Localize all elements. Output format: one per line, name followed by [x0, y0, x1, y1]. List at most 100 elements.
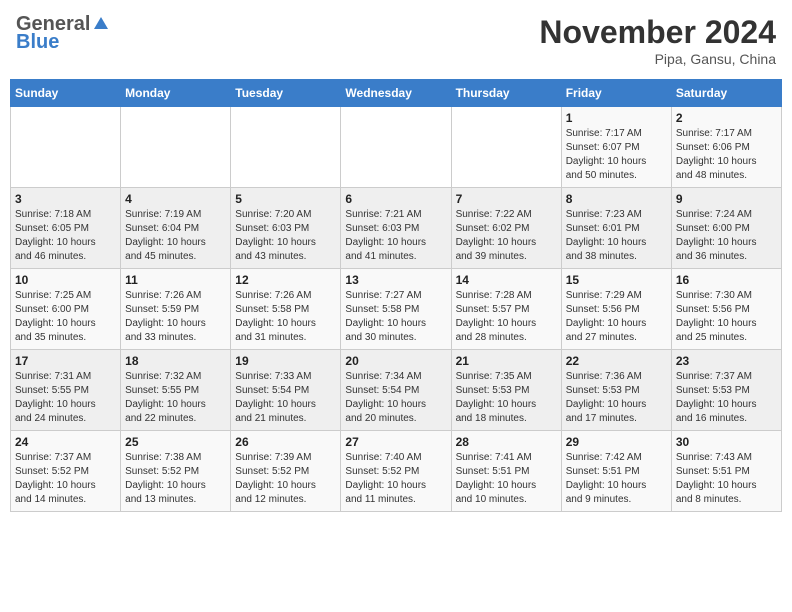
calendar-cell: 2 Sunrise: 7:17 AM Sunset: 6:06 PM Daylig… — [671, 107, 781, 188]
logo-blue-text: Blue — [16, 32, 59, 52]
day-info: Sunrise: 7:32 AM Sunset: 5:55 PM Dayligh… — [125, 370, 226, 426]
day-info: Sunrise: 7:37 AM Sunset: 5:53 PM Dayligh… — [676, 370, 777, 426]
calendar-cell: 14Sunrise: 7:28 AM Sunset: 5:57 PM Dayli… — [451, 269, 561, 350]
day-info: Sunrise: 7:42 AM Sunset: 5:51 PM Dayligh… — [566, 451, 667, 507]
day-info: Sunrise: 7:41 AM Sunset: 5:51 PM Dayligh… — [456, 451, 557, 507]
day-info: Sunrise: 7:17 AM Sunset: 6:07 PM Dayligh… — [566, 127, 667, 183]
day-info: Sunrise: 7:21 AM Sunset: 6:03 PM Dayligh… — [345, 208, 446, 264]
weekday-header: Wednesday — [341, 80, 451, 107]
day-number: 29 — [566, 435, 667, 449]
calendar-cell: 8 Sunrise: 7:23 AM Sunset: 6:01 PM Daylig… — [561, 188, 671, 269]
weekday-header: Saturday — [671, 80, 781, 107]
day-info: Sunrise: 7:35 AM Sunset: 5:53 PM Dayligh… — [456, 370, 557, 426]
calendar-cell: 25 Sunrise: 7:38 AM Sunset: 5:52 PM Dayli… — [121, 431, 231, 512]
day-number: 17 — [15, 354, 116, 368]
calendar-cell — [231, 107, 341, 188]
location-text: Pipa, Gansu, China — [539, 51, 776, 67]
day-number: 26 — [235, 435, 336, 449]
calendar-cell: 24 Sunrise: 7:37 AM Sunset: 5:52 PM Dayli… — [11, 431, 121, 512]
day-number: 8 — [566, 192, 667, 206]
calendar-cell — [121, 107, 231, 188]
calendar-cell: 19 Sunrise: 7:33 AM Sunset: 5:54 PM Dayli… — [231, 350, 341, 431]
day-info: Sunrise: 7:20 AM Sunset: 6:03 PM Dayligh… — [235, 208, 336, 264]
calendar-cell — [11, 107, 121, 188]
calendar-cell: 17 Sunrise: 7:31 AM Sunset: 5:55 PM Dayli… — [11, 350, 121, 431]
day-number: 19 — [235, 354, 336, 368]
day-number: 5 — [235, 192, 336, 206]
calendar-cell: 6 Sunrise: 7:21 AM Sunset: 6:03 PM Daylig… — [341, 188, 451, 269]
calendar-cell: 13Sunrise: 7:27 AM Sunset: 5:58 PM Dayli… — [341, 269, 451, 350]
calendar-cell: 20Sunrise: 7:34 AM Sunset: 5:54 PM Dayli… — [341, 350, 451, 431]
day-number: 6 — [345, 192, 446, 206]
calendar-cell — [451, 107, 561, 188]
calendar-cell: 26 Sunrise: 7:39 AM Sunset: 5:52 PM Dayli… — [231, 431, 341, 512]
weekday-header: Thursday — [451, 80, 561, 107]
day-number: 24 — [15, 435, 116, 449]
month-title: November 2024 — [539, 14, 776, 51]
weekday-header: Sunday — [11, 80, 121, 107]
day-number: 3 — [15, 192, 116, 206]
day-info: Sunrise: 7:43 AM Sunset: 5:51 PM Dayligh… — [676, 451, 777, 507]
calendar-cell: 4 Sunrise: 7:19 AM Sunset: 6:04 PM Daylig… — [121, 188, 231, 269]
day-info: Sunrise: 7:31 AM Sunset: 5:55 PM Dayligh… — [15, 370, 116, 426]
day-number: 23 — [676, 354, 777, 368]
calendar-cell: 30Sunrise: 7:43 AM Sunset: 5:51 PM Dayli… — [671, 431, 781, 512]
logo-icon — [92, 15, 110, 33]
logo: General Blue — [16, 14, 110, 52]
page-header: General Blue November 2024 Pipa, Gansu, … — [10, 10, 782, 71]
day-number: 4 — [125, 192, 226, 206]
calendar-cell: 3 Sunrise: 7:18 AM Sunset: 6:05 PM Daylig… — [11, 188, 121, 269]
day-number: 22 — [566, 354, 667, 368]
weekday-header: Tuesday — [231, 80, 341, 107]
day-number: 27 — [345, 435, 446, 449]
day-number: 20 — [345, 354, 446, 368]
day-info: Sunrise: 7:23 AM Sunset: 6:01 PM Dayligh… — [566, 208, 667, 264]
calendar-cell: 15 Sunrise: 7:29 AM Sunset: 5:56 PM Dayli… — [561, 269, 671, 350]
day-number: 15 — [566, 273, 667, 287]
day-info: Sunrise: 7:33 AM Sunset: 5:54 PM Dayligh… — [235, 370, 336, 426]
day-number: 11 — [125, 273, 226, 287]
calendar-cell: 18 Sunrise: 7:32 AM Sunset: 5:55 PM Dayli… — [121, 350, 231, 431]
day-info: Sunrise: 7:18 AM Sunset: 6:05 PM Dayligh… — [15, 208, 116, 264]
day-info: Sunrise: 7:39 AM Sunset: 5:52 PM Dayligh… — [235, 451, 336, 507]
title-block: November 2024 Pipa, Gansu, China — [539, 14, 776, 67]
day-number: 10 — [15, 273, 116, 287]
day-info: Sunrise: 7:26 AM Sunset: 5:58 PM Dayligh… — [235, 289, 336, 345]
day-info: Sunrise: 7:30 AM Sunset: 5:56 PM Dayligh… — [676, 289, 777, 345]
day-number: 28 — [456, 435, 557, 449]
day-info: Sunrise: 7:24 AM Sunset: 6:00 PM Dayligh… — [676, 208, 777, 264]
calendar-cell: 29 Sunrise: 7:42 AM Sunset: 5:51 PM Dayli… — [561, 431, 671, 512]
day-number: 21 — [456, 354, 557, 368]
weekday-header: Monday — [121, 80, 231, 107]
day-number: 25 — [125, 435, 226, 449]
calendar-week-row: 24 Sunrise: 7:37 AM Sunset: 5:52 PM Dayli… — [11, 431, 782, 512]
calendar-header-row: SundayMondayTuesdayWednesdayThursdayFrid… — [11, 80, 782, 107]
day-info: Sunrise: 7:17 AM Sunset: 6:06 PM Dayligh… — [676, 127, 777, 183]
calendar-cell: 23 Sunrise: 7:37 AM Sunset: 5:53 PM Dayli… — [671, 350, 781, 431]
day-info: Sunrise: 7:27 AM Sunset: 5:58 PM Dayligh… — [345, 289, 446, 345]
day-number: 18 — [125, 354, 226, 368]
day-info: Sunrise: 7:29 AM Sunset: 5:56 PM Dayligh… — [566, 289, 667, 345]
day-number: 12 — [235, 273, 336, 287]
calendar-cell: 16 Sunrise: 7:30 AM Sunset: 5:56 PM Dayli… — [671, 269, 781, 350]
day-info: Sunrise: 7:22 AM Sunset: 6:02 PM Dayligh… — [456, 208, 557, 264]
day-number: 1 — [566, 111, 667, 125]
calendar-week-row: 3 Sunrise: 7:18 AM Sunset: 6:05 PM Daylig… — [11, 188, 782, 269]
calendar-week-row: 1 Sunrise: 7:17 AM Sunset: 6:07 PM Daylig… — [11, 107, 782, 188]
day-info: Sunrise: 7:37 AM Sunset: 5:52 PM Dayligh… — [15, 451, 116, 507]
calendar-cell — [341, 107, 451, 188]
day-number: 7 — [456, 192, 557, 206]
calendar-cell: 5 Sunrise: 7:20 AM Sunset: 6:03 PM Daylig… — [231, 188, 341, 269]
calendar-cell: 9Sunrise: 7:24 AM Sunset: 6:00 PM Daylig… — [671, 188, 781, 269]
calendar-week-row: 17 Sunrise: 7:31 AM Sunset: 5:55 PM Dayli… — [11, 350, 782, 431]
day-info: Sunrise: 7:26 AM Sunset: 5:59 PM Dayligh… — [125, 289, 226, 345]
weekday-header: Friday — [561, 80, 671, 107]
calendar-table: SundayMondayTuesdayWednesdayThursdayFrid… — [10, 79, 782, 512]
day-number: 2 — [676, 111, 777, 125]
day-info: Sunrise: 7:19 AM Sunset: 6:04 PM Dayligh… — [125, 208, 226, 264]
calendar-cell: 21 Sunrise: 7:35 AM Sunset: 5:53 PM Dayli… — [451, 350, 561, 431]
day-info: Sunrise: 7:38 AM Sunset: 5:52 PM Dayligh… — [125, 451, 226, 507]
calendar-cell: 7 Sunrise: 7:22 AM Sunset: 6:02 PM Daylig… — [451, 188, 561, 269]
calendar-cell: 22Sunrise: 7:36 AM Sunset: 5:53 PM Dayli… — [561, 350, 671, 431]
day-number: 16 — [676, 273, 777, 287]
